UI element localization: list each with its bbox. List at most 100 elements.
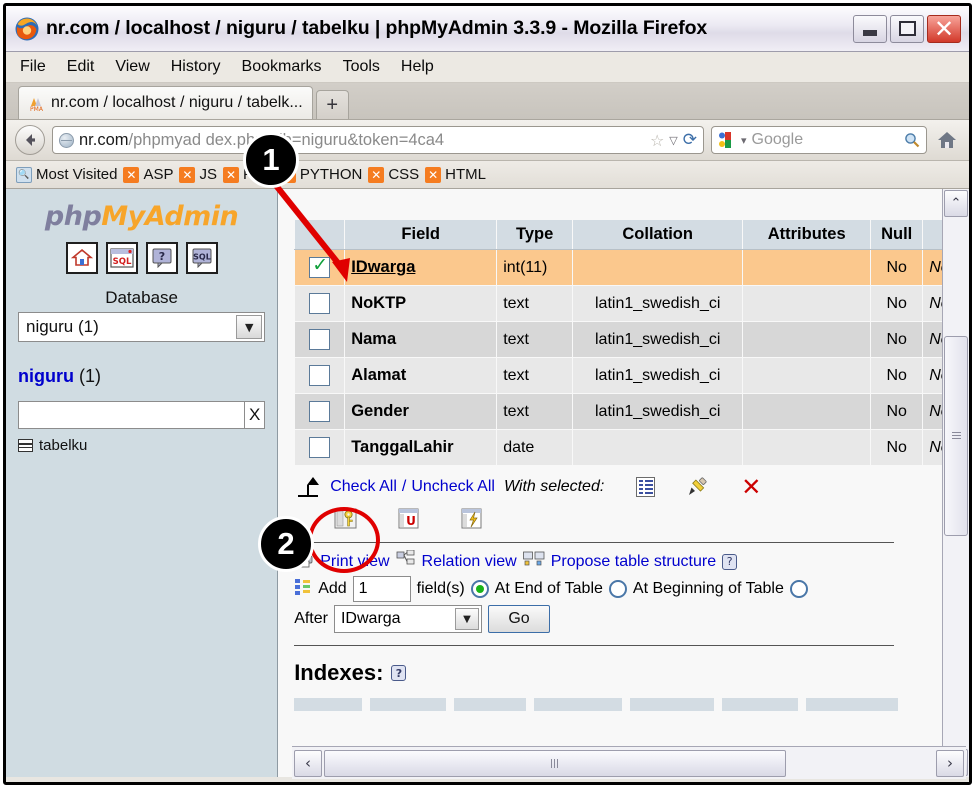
search-icon[interactable] bbox=[904, 132, 920, 148]
row-checkbox-cell[interactable] bbox=[295, 430, 345, 466]
help-icon[interactable]: ? bbox=[391, 665, 406, 681]
chevron-down-icon[interactable]: ▼ bbox=[455, 608, 479, 630]
horizontal-scrollbar[interactable]: ‹ › bbox=[292, 746, 966, 779]
clear-filter-button[interactable]: X bbox=[245, 401, 265, 429]
row-checkbox[interactable] bbox=[309, 329, 330, 350]
unique-index-icon[interactable]: U bbox=[397, 508, 420, 534]
table-row[interactable]: TanggalLahir date No Non bbox=[295, 430, 969, 466]
index-icon[interactable] bbox=[460, 508, 483, 534]
url-text: nr.com/phpmyad dex.php?db=niguru&token=4… bbox=[79, 131, 645, 150]
home-button[interactable] bbox=[934, 127, 960, 153]
new-tab-button[interactable]: + bbox=[316, 90, 349, 119]
column-header-null[interactable]: Null bbox=[871, 220, 923, 250]
change-pencil-icon[interactable] bbox=[687, 477, 709, 497]
browser-tab-active[interactable]: PMA nr.com / localhost / niguru / tabelk… bbox=[18, 86, 313, 119]
database-select[interactable]: niguru (1) ▼ bbox=[18, 312, 265, 342]
url-bar[interactable]: nr.com/phpmyad dex.php?db=niguru&token=4… bbox=[52, 126, 704, 154]
table-row[interactable]: Alamat text latin1_swedish_ci No Non bbox=[295, 358, 969, 394]
row-attributes-cell bbox=[743, 322, 871, 358]
chevron-down-icon[interactable]: ▽ bbox=[669, 134, 677, 147]
row-checkbox-cell[interactable] bbox=[295, 286, 345, 322]
sql-help-icon[interactable]: SQL bbox=[186, 242, 218, 274]
row-checkbox-cell[interactable] bbox=[295, 394, 345, 430]
title-bar: nr.com / localhost / niguru / tabelku | … bbox=[6, 6, 969, 52]
bookmark-js[interactable]: JS bbox=[179, 166, 217, 183]
table-row[interactable]: Gender text latin1_swedish_ci No Non bbox=[295, 394, 969, 430]
column-header-check[interactable] bbox=[295, 220, 345, 250]
relation-view-link[interactable]: Relation view bbox=[422, 553, 517, 571]
check-separator: / bbox=[402, 478, 406, 496]
current-database-name[interactable]: niguru bbox=[18, 366, 74, 386]
scroll-right-button[interactable]: › bbox=[936, 750, 964, 777]
drop-icon[interactable]: ✕ bbox=[741, 477, 761, 497]
minimize-button[interactable] bbox=[853, 15, 887, 43]
back-button[interactable] bbox=[15, 125, 45, 155]
row-checkbox-cell[interactable] bbox=[295, 322, 345, 358]
vertical-scrollbar[interactable]: ⌃ ⌄ bbox=[942, 189, 969, 777]
menu-item-view[interactable]: View bbox=[115, 58, 149, 76]
back-arrow-icon bbox=[22, 132, 38, 148]
menu-item-bookmarks[interactable]: Bookmarks bbox=[242, 58, 322, 76]
propose-table-structure-link[interactable]: Propose table structure bbox=[551, 553, 716, 571]
menu-item-file[interactable]: File bbox=[20, 58, 46, 76]
bookmark-most-visited[interactable]: Most Visited bbox=[16, 166, 117, 183]
radio-at-beginning-of-table[interactable] bbox=[609, 580, 627, 598]
table-row[interactable]: Nama text latin1_swedish_ci No Non bbox=[295, 322, 969, 358]
menu-item-tools[interactable]: Tools bbox=[343, 58, 380, 76]
row-checkbox[interactable] bbox=[309, 365, 330, 386]
column-header-field[interactable]: Field bbox=[345, 220, 497, 250]
column-header-attributes[interactable]: Attributes bbox=[743, 220, 871, 250]
bookmark-css[interactable]: CSS bbox=[368, 166, 419, 183]
row-checkbox[interactable] bbox=[309, 401, 330, 422]
row-checkbox[interactable] bbox=[309, 257, 330, 278]
vertical-scroll-track[interactable] bbox=[943, 218, 969, 748]
chevron-down-icon[interactable]: ▼ bbox=[236, 315, 262, 339]
table-row[interactable]: NoKTP text latin1_swedish_ci No Non bbox=[295, 286, 969, 322]
help-icon[interactable]: ? bbox=[722, 554, 737, 570]
maximize-button[interactable] bbox=[890, 15, 924, 43]
sql-query-window-icon[interactable]: SQL bbox=[106, 242, 138, 274]
scroll-up-button[interactable]: ⌃ bbox=[944, 190, 968, 217]
column-header-collation[interactable]: Collation bbox=[573, 220, 743, 250]
index-action-bar: U bbox=[294, 506, 969, 536]
reload-icon[interactable]: ⟳ bbox=[683, 130, 697, 150]
menu-item-help[interactable]: Help bbox=[401, 58, 434, 76]
search-input[interactable]: Google bbox=[752, 131, 899, 149]
help-icon[interactable]: ? bbox=[146, 242, 178, 274]
table-row[interactable]: IDwarga int(11) No Non bbox=[295, 250, 969, 286]
row-checkbox-cell[interactable] bbox=[295, 358, 345, 394]
bookmark-html[interactable]: HTML bbox=[425, 166, 486, 183]
annotation-badge-2: 2 bbox=[258, 516, 314, 572]
search-engine-chevron-icon[interactable]: ▾ bbox=[741, 134, 747, 147]
go-button[interactable]: Go bbox=[488, 605, 550, 633]
vertical-scroll-thumb[interactable] bbox=[944, 336, 968, 536]
after-field-select[interactable]: IDwarga ▼ bbox=[334, 605, 482, 633]
menu-item-edit[interactable]: Edit bbox=[67, 58, 95, 76]
row-checkbox[interactable] bbox=[309, 437, 330, 458]
check-all-link[interactable]: Check All bbox=[330, 478, 397, 496]
radio-at-end-of-table[interactable] bbox=[471, 580, 489, 598]
home-icon[interactable] bbox=[66, 242, 98, 274]
scroll-left-button[interactable]: ‹ bbox=[294, 750, 322, 777]
bookmark-star-icon[interactable]: ☆ bbox=[650, 131, 664, 150]
close-button[interactable]: ✕ bbox=[927, 15, 961, 43]
bookmark-asp[interactable]: ASP bbox=[123, 166, 173, 183]
browse-icon[interactable] bbox=[636, 477, 655, 497]
row-checkbox[interactable] bbox=[309, 293, 330, 314]
horizontal-scroll-thumb[interactable] bbox=[324, 750, 786, 777]
row-checkbox-cell[interactable] bbox=[295, 250, 345, 286]
phpmyadmin-logo[interactable]: phpMyAdmin bbox=[18, 201, 265, 232]
indexes-heading: Indexes: ? bbox=[294, 660, 969, 686]
ghost-col bbox=[722, 698, 798, 711]
sidebar-table-tabelku[interactable]: tabelku bbox=[18, 437, 265, 454]
field-name-link[interactable]: IDwarga bbox=[351, 258, 415, 276]
menu-item-history[interactable]: History bbox=[171, 58, 221, 76]
field-count-input[interactable]: 1 bbox=[353, 576, 411, 602]
column-header-type[interactable]: Type bbox=[497, 220, 573, 250]
structure-table-header-row: Field Type Collation Attributes Null Def… bbox=[295, 220, 969, 250]
horizontal-scroll-track[interactable] bbox=[324, 750, 934, 777]
radio-after-field[interactable] bbox=[790, 580, 808, 598]
search-bar[interactable]: ▾ Google bbox=[711, 126, 927, 154]
table-filter-input[interactable] bbox=[18, 401, 245, 429]
uncheck-all-link[interactable]: Uncheck All bbox=[411, 478, 495, 496]
